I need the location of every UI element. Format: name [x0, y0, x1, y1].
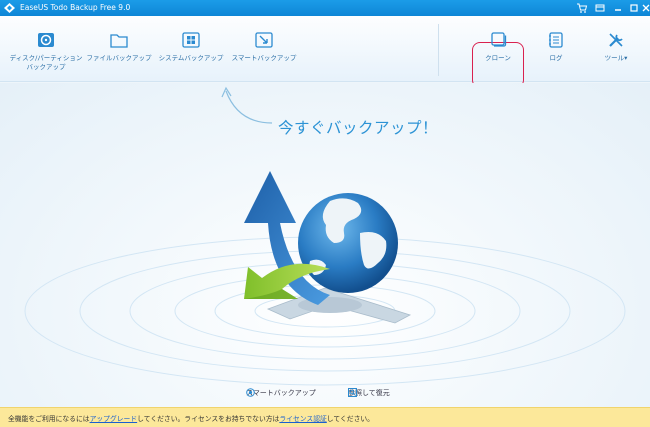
- title-bar: EaseUS Todo Backup Free 9.0: [0, 0, 650, 16]
- menu-icon[interactable]: [594, 2, 606, 14]
- smart-backup-small-icon: [246, 388, 255, 397]
- wrench-icon: [609, 33, 623, 47]
- minimize-icon[interactable]: [612, 2, 624, 14]
- status-text: してください。: [326, 415, 374, 423]
- toolbar-separator: [438, 24, 439, 76]
- smart-backup-link-label: スマートバックアップ: [246, 389, 316, 397]
- smart-backup-icon: [255, 32, 273, 48]
- tool-label: システムバックアップ: [158, 54, 224, 62]
- app-logo-icon: [4, 3, 15, 13]
- windows-icon: [182, 32, 200, 48]
- backup-now-link[interactable]: 今すぐバックアップ！: [278, 116, 438, 138]
- upgrade-link[interactable]: アップグレード: [90, 415, 138, 423]
- cart-icon[interactable]: [576, 2, 588, 14]
- smart-backup-link[interactable]: スマートバックアップ: [246, 388, 316, 398]
- tool-label: クローン: [485, 54, 511, 62]
- browse-restore-link[interactable]: 参照して復元: [348, 388, 390, 398]
- status-text: してください。ライセンスをお持ちでない方は: [137, 415, 280, 423]
- tool-label: スマートバックアップ: [231, 54, 297, 62]
- log-icon: [549, 32, 563, 48]
- window-title: EaseUS Todo Backup Free 9.0: [20, 3, 131, 12]
- tool-file-backup[interactable]: ファイルバックアップ: [86, 16, 152, 82]
- tool-log[interactable]: ログ: [532, 16, 580, 82]
- license-activation-link[interactable]: ライセンス認証: [279, 415, 326, 423]
- tool-system-backup[interactable]: システムバックアップ: [155, 16, 227, 82]
- main-panel: 今すぐバックアップ！ スマートバックアップ 参照して復元: [0, 83, 650, 407]
- tool-label: ディスク/パーティション バックアップ: [9, 54, 83, 71]
- browse-restore-icon: [348, 388, 357, 397]
- hint-arrow: [225, 90, 273, 124]
- tool-label: ファイルバックアップ: [86, 54, 152, 62]
- tool-label: ツール▾: [604, 54, 628, 62]
- tool-disk-partition-backup[interactable]: ディスク/パーティション バックアップ: [6, 16, 86, 82]
- status-bar: 全機能をご利用になるにはアップグレードしてください。ライセンスをお持ちでない方は…: [0, 407, 650, 427]
- tool-tools-dropdown[interactable]: ツール▾: [590, 16, 642, 82]
- tool-smart-backup[interactable]: スマートバックアップ: [230, 16, 298, 82]
- folder-icon: [110, 34, 128, 48]
- status-text: 全機能をご利用になるには: [8, 415, 90, 423]
- close-icon[interactable]: [642, 2, 650, 14]
- disk-backup-icon: [38, 33, 54, 47]
- maximize-icon[interactable]: [628, 2, 640, 14]
- toolbar: ディスク/パーティション バックアップ ファイルバックアップ システムバックアッ…: [0, 16, 650, 88]
- tool-label: ログ: [549, 54, 563, 62]
- tool-clone[interactable]: クローン: [472, 16, 524, 82]
- clone-icon: [491, 32, 507, 47]
